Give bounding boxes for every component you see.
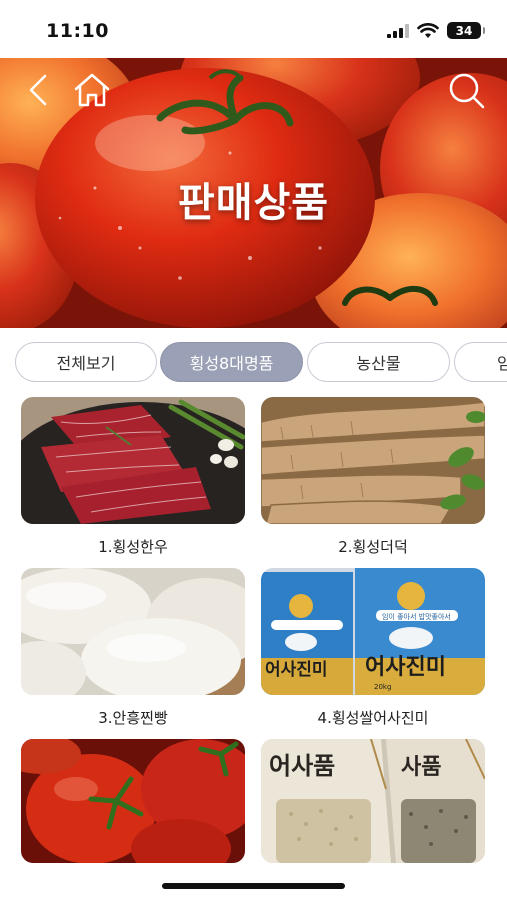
tab-label: 전체보기 (56, 354, 116, 373)
product-card[interactable]: 2.횡성더덕 (261, 397, 485, 557)
hero-banner: 판매상품 (0, 58, 507, 328)
status-icons: 34 (387, 22, 485, 39)
product-card[interactable]: 어사품 사품 (261, 739, 485, 875)
product-card[interactable]: 임이 좋아서 밥맛좋아서 어사진미 어사진미 20kg 4.횡성쌀어사진미 (261, 568, 485, 728)
product-card[interactable] (21, 739, 245, 875)
status-bar: 11:10 34 (0, 0, 507, 58)
back-button[interactable] (16, 68, 60, 112)
product-image-rice: 임이 좋아서 밥맛좋아서 어사진미 어사진미 20kg (261, 568, 485, 695)
home-icon (74, 73, 110, 107)
search-icon (449, 73, 485, 109)
product-image-grain-bags: 어사품 사품 (261, 739, 485, 863)
product-image-deodeok (261, 397, 485, 524)
battery-indicator: 34 (447, 22, 485, 39)
tab-label: 농산물 (356, 354, 401, 373)
product-card[interactable]: 1.횡성한우 (21, 397, 245, 557)
tab-all[interactable]: 전체보기 (15, 342, 157, 382)
product-name: 1.횡성한우 (98, 538, 168, 556)
tab-hoengseong-8-products[interactable]: 횡성8대명품 (160, 342, 303, 382)
product-name: 4.횡성쌀어사진미 (317, 709, 429, 727)
product-name: 3.안흥찐빵 (98, 709, 168, 727)
home-button[interactable] (70, 68, 114, 112)
status-time: 11:10 (46, 20, 109, 42)
search-button[interactable] (444, 68, 488, 112)
grain-bag-brand-left: 어사품 (269, 751, 335, 780)
product-image-steamed-buns (21, 568, 245, 695)
rice-bag-weight: 20kg (374, 683, 391, 691)
page-title: 판매상품 (177, 180, 330, 226)
rice-bag-brand-right: 어사진미 (365, 655, 446, 680)
rice-bag-brand-left: 어사진미 (265, 660, 328, 680)
home-indicator[interactable] (162, 883, 345, 889)
tab-label: 임 (497, 354, 507, 373)
wifi-icon (417, 22, 439, 38)
product-card[interactable]: 3.안흥찐빵 (21, 568, 245, 728)
grain-bag-brand-right: 사품 (401, 754, 441, 780)
signal-icon (387, 23, 409, 38)
category-tabs: 전체보기 횡성8대명품 농산물 임 (0, 340, 507, 386)
product-image-tomatoes (21, 739, 245, 863)
product-name: 2.횡성더덕 (338, 538, 408, 556)
tab-agricultural[interactable]: 농산물 (307, 342, 450, 382)
tab-label: 횡성8대명품 (189, 354, 274, 373)
product-image-beef (21, 397, 245, 524)
tab-partial[interactable]: 임 (454, 342, 507, 382)
rice-bag-tagline: 임이 좋아서 밥맛좋아서 (382, 612, 451, 621)
battery-level: 34 (455, 23, 473, 38)
back-icon (29, 74, 47, 106)
